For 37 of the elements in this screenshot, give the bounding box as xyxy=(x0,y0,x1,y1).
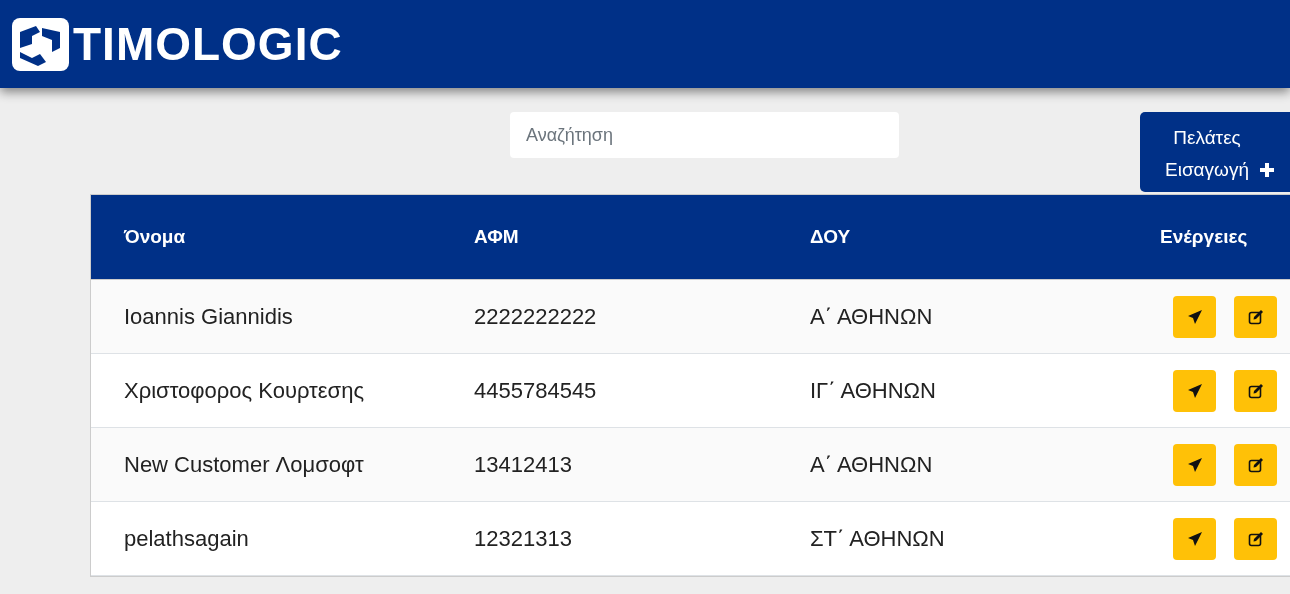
edit-icon xyxy=(1247,308,1264,325)
send-button[interactable] xyxy=(1173,295,1216,338)
paper-plane-icon xyxy=(1186,530,1203,547)
edit-button[interactable] xyxy=(1234,517,1277,560)
send-button[interactable] xyxy=(1173,369,1216,412)
table-cell-text: 13412413 xyxy=(474,451,573,478)
column-header: ΔΟΥ xyxy=(810,226,852,248)
paper-plane-icon xyxy=(1186,456,1203,473)
table-cell-text: Χριστοφορος Κουρτεσης xyxy=(124,377,366,404)
send-button[interactable] xyxy=(1173,517,1216,560)
edit-button[interactable] xyxy=(1234,295,1277,338)
paper-plane-icon xyxy=(1186,382,1203,399)
table-cell-text: 12321313 xyxy=(474,525,573,552)
table-cell-text: ΙΓ΄ ΑΘΗΝΩΝ xyxy=(810,377,937,404)
table-cell-text: 4455784545 xyxy=(474,377,598,404)
edit-icon xyxy=(1247,382,1264,399)
edit-button[interactable] xyxy=(1234,443,1277,486)
table-cell-text: Α΄ ΑΘΗΝΩΝ xyxy=(810,303,934,330)
send-button[interactable] xyxy=(1173,443,1216,486)
table-cell-text: Α΄ ΑΘΗΝΩΝ xyxy=(810,451,934,478)
logo-icon xyxy=(12,17,69,71)
table-cell-text: 2222222222 xyxy=(474,303,598,330)
add-customer-button[interactable]: Πελάτες Εισαγωγή xyxy=(1140,112,1290,192)
table-cell-text: New Customer Λομσοφτ xyxy=(124,451,365,478)
brand-name: TIMOLOGIC xyxy=(73,17,343,71)
table-cell-text: ΣΤ΄ ΑΘΗΝΩΝ xyxy=(810,525,946,552)
search-field[interactable]: Αναζήτηση xyxy=(510,112,899,158)
edit-button[interactable] xyxy=(1234,369,1277,412)
paper-plane-icon xyxy=(1186,308,1203,325)
plus-icon xyxy=(1260,163,1274,177)
edit-icon xyxy=(1247,456,1264,473)
column-header: ΑΦΜ xyxy=(474,226,520,248)
table-cell-text: Ioannis Giannidis xyxy=(124,303,294,330)
table-cell-text: pelathsagain xyxy=(124,525,250,552)
column-header: Όνομα xyxy=(124,226,187,248)
edit-icon xyxy=(1247,530,1264,547)
column-header: Ενέργειες xyxy=(1160,226,1249,248)
